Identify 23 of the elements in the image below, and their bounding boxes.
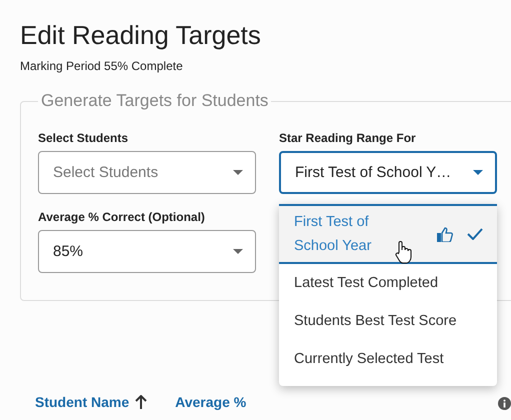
dropdown-option[interactable]: Latest Test Completed (279, 264, 497, 302)
dropdown-option[interactable]: Students Best Test Score (279, 302, 497, 340)
panel-legend: Generate Targets for Students (38, 91, 272, 111)
hand-cursor-icon (394, 240, 412, 264)
column-header[interactable]: Student Name (35, 394, 148, 410)
column-header[interactable]: Average % (175, 394, 246, 410)
thumbs-up-icon (437, 226, 453, 242)
progress-text: Marking Period 55% Complete (20, 59, 184, 73)
caret-icon (473, 170, 483, 175)
select-field[interactable]: 85% (38, 230, 256, 273)
field-label: Star Reading Range For (279, 131, 417, 145)
field-label: Select Students (38, 131, 130, 145)
page-title: Edit Reading Targets (20, 20, 262, 51)
dropdown-option[interactable]: Currently Selected Test (279, 340, 497, 378)
select-field[interactable]: First Test of School Y… (279, 151, 497, 194)
caret-icon (233, 249, 243, 254)
info-icon[interactable] (498, 397, 511, 410)
field-label: Average % Correct (Optional) (38, 210, 206, 224)
caret-icon (233, 170, 243, 175)
dropdown-option[interactable]: First Test of School Year (279, 204, 497, 264)
check-icon (467, 228, 483, 240)
select-field[interactable]: Select Students (38, 151, 256, 194)
sort-arrow-icon (135, 395, 148, 409)
